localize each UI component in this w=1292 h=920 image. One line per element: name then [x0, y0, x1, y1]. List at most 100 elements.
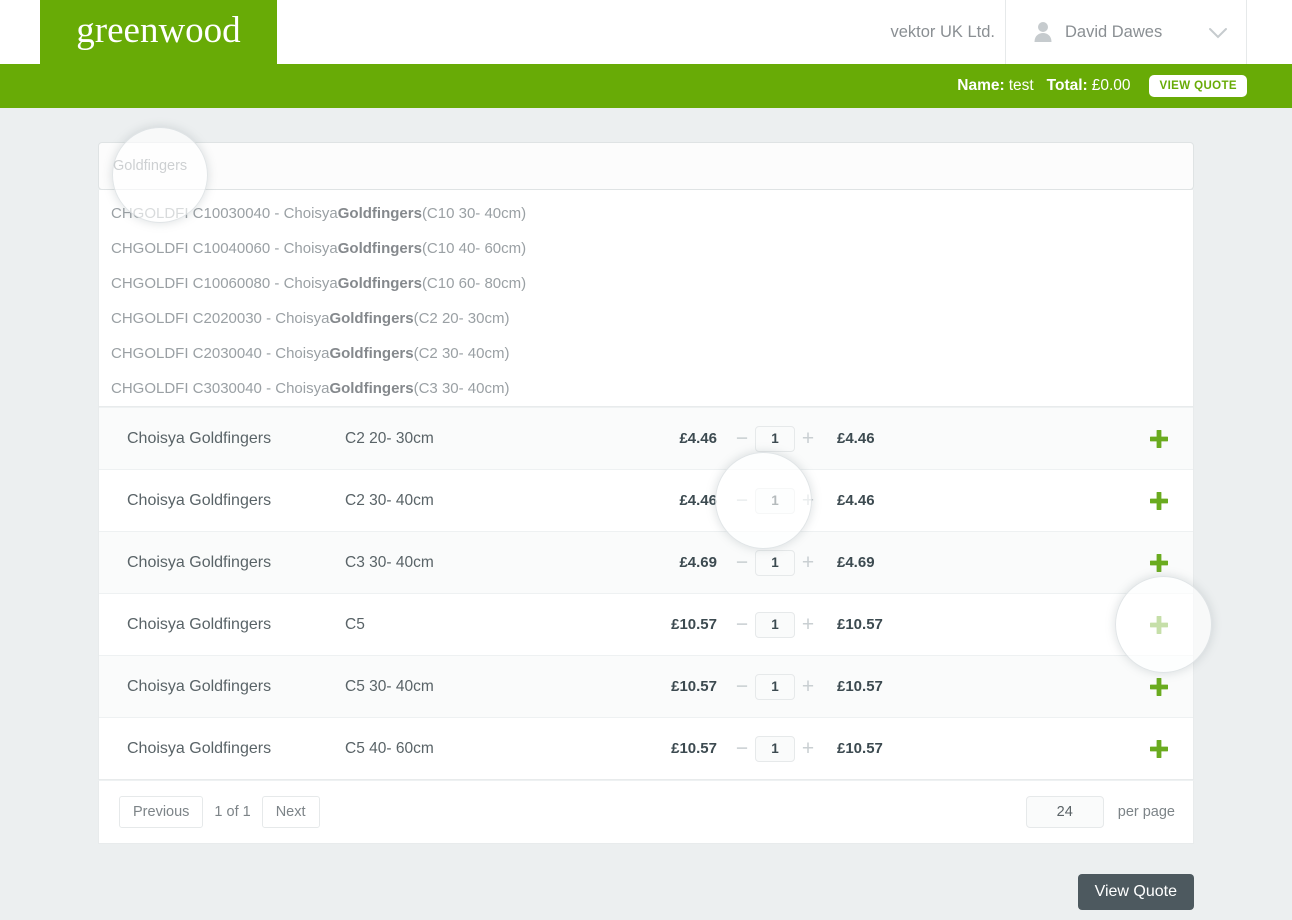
product-size: C2 30- 40cm	[345, 491, 434, 509]
option-code: CHGOLDFI C3030040 - Choisya	[111, 380, 330, 397]
option-match: Goldfingers	[337, 275, 422, 292]
option-code: CHGOLDFI C10060080 - Choisya	[111, 275, 338, 292]
quantity-input[interactable]	[755, 611, 795, 638]
quantity-input[interactable]	[755, 673, 795, 700]
option-code: CHGOLDFI C10030040 - Choisya	[111, 205, 338, 222]
unit-price: £4.69	[679, 554, 717, 571]
per-page-label: per page	[1117, 804, 1175, 820]
quantity-stepper[interactable]: −+	[735, 425, 815, 452]
user-name-label: David Dawes	[1065, 22, 1163, 41]
product-size: C5	[345, 615, 365, 633]
autocomplete-option[interactable]: CHGOLDFI C2020030 - Choisya Goldfingers …	[99, 301, 1193, 336]
add-to-quote-button[interactable]	[1147, 427, 1171, 451]
table-row: Choisya GoldfingersC5 30- 40cm£10.57−+£1…	[99, 655, 1193, 717]
option-match: Goldfingers	[329, 310, 414, 327]
search-bar[interactable]	[98, 142, 1194, 190]
unit-price: £10.57	[671, 678, 717, 695]
product-name: Choisya Goldfingers	[127, 553, 272, 571]
unit-price: £4.46	[679, 430, 717, 447]
autocomplete-option[interactable]: CHGOLDFI C2030040 - Choisya Goldfingers …	[99, 336, 1193, 371]
add-to-quote-button[interactable]	[1147, 737, 1171, 761]
table-row: Choisya GoldfingersC5£10.57−+£10.57	[99, 593, 1193, 655]
option-match: Goldfingers	[329, 380, 414, 397]
brand-logo-text: greenwood	[76, 9, 241, 51]
quote-summary-bar: Name: test Total: £0.00 VIEW QUOTE	[0, 64, 1292, 108]
add-to-quote-button[interactable]	[1147, 675, 1171, 699]
increment-button[interactable]: +	[801, 676, 815, 697]
unit-price: £10.57	[671, 740, 717, 757]
company-name-text: vektor UK Ltd.	[890, 22, 995, 41]
increment-button[interactable]: +	[801, 428, 815, 449]
page-info-label: 1 of 1	[214, 804, 251, 820]
quote-total-value: £0.00	[1091, 77, 1131, 94]
quantity-stepper[interactable]: −+	[735, 611, 815, 638]
table-row: Choisya GoldfingersC2 20- 30cm£4.46−+£4.…	[99, 407, 1193, 469]
product-size: C3 30- 40cm	[345, 553, 434, 571]
top-header: greenwood vektor UK Ltd. David Dawes	[0, 0, 1292, 64]
quantity-stepper[interactable]: −+	[735, 735, 815, 762]
product-name: Choisya Goldfingers	[127, 677, 272, 695]
line-total: £10.57	[837, 616, 883, 633]
add-to-quote-button[interactable]	[1147, 551, 1171, 575]
view-quote-button[interactable]: View Quote	[1077, 874, 1194, 910]
quote-total-label: Total:	[1046, 77, 1088, 94]
option-match: Goldfingers	[337, 205, 422, 222]
line-total: £4.46	[837, 430, 875, 447]
decrement-button[interactable]: −	[735, 490, 749, 511]
quantity-stepper[interactable]: −+	[735, 487, 815, 514]
autocomplete-dropdown: CHGOLDFI C10030040 - Choisya Goldfingers…	[98, 190, 1194, 407]
autocomplete-option[interactable]: CHGOLDFI C10030040 - Choisya Goldfingers…	[99, 196, 1193, 231]
brand-logo[interactable]: greenwood	[40, 0, 277, 64]
quantity-input[interactable]	[755, 425, 795, 452]
option-size: (C2 30- 40cm)	[413, 345, 510, 362]
user-avatar-icon	[1033, 21, 1053, 43]
table-row: Choisya GoldfingersC3 30- 40cm£4.69−+£4.…	[99, 531, 1193, 593]
company-name: vektor UK Ltd.	[890, 0, 995, 64]
increment-button[interactable]: +	[801, 614, 815, 635]
option-size: (C10 40- 60cm)	[421, 240, 527, 257]
option-size: (C3 30- 40cm)	[413, 380, 510, 397]
autocomplete-option[interactable]: CHGOLDFI C3030040 - Choisya Goldfingers …	[99, 371, 1193, 406]
decrement-button[interactable]: −	[735, 676, 749, 697]
product-search-input[interactable]	[113, 158, 1193, 174]
add-to-quote-button[interactable]	[1147, 613, 1171, 637]
increment-button[interactable]: +	[801, 490, 815, 511]
per-page-input[interactable]	[1025, 796, 1104, 828]
decrement-button[interactable]: −	[735, 428, 749, 449]
chevron-down-icon[interactable]	[1208, 26, 1228, 39]
product-name: Choisya Goldfingers	[127, 739, 272, 757]
unit-price: £4.46	[679, 492, 717, 509]
decrement-button[interactable]: −	[735, 614, 749, 635]
quantity-input[interactable]	[755, 487, 795, 514]
autocomplete-option[interactable]: CHGOLDFI C10040060 - Choisya Goldfingers…	[99, 231, 1193, 266]
quantity-stepper[interactable]: −+	[735, 673, 815, 700]
product-name: Choisya Goldfingers	[127, 491, 272, 509]
table-row: Choisya GoldfingersC5 40- 60cm£10.57−+£1…	[99, 717, 1193, 779]
user-menu[interactable]: David Dawes	[1005, 0, 1247, 64]
app-page: greenwood vektor UK Ltd. David Dawes Nam…	[0, 0, 1292, 920]
quantity-stepper[interactable]: −+	[735, 549, 815, 576]
option-size: (C2 20- 30cm)	[413, 310, 510, 327]
quantity-input[interactable]	[755, 549, 795, 576]
product-size: C2 20- 30cm	[345, 429, 434, 447]
line-total: £10.57	[837, 678, 883, 695]
product-name: Choisya Goldfingers	[127, 429, 272, 447]
increment-button[interactable]: +	[801, 738, 815, 759]
decrement-button[interactable]: −	[735, 738, 749, 759]
line-total: £4.46	[837, 492, 875, 509]
previous-page-button[interactable]: Previous	[119, 796, 204, 828]
autocomplete-option[interactable]: CHGOLDFI C10060080 - Choisya Goldfingers…	[99, 266, 1193, 301]
option-code: CHGOLDFI C2020030 - Choisya	[111, 310, 330, 327]
quantity-input[interactable]	[755, 735, 795, 762]
option-size: (C10 60- 80cm)	[421, 275, 527, 292]
line-total: £4.69	[837, 554, 875, 571]
option-match: Goldfingers	[329, 345, 414, 362]
increment-button[interactable]: +	[801, 552, 815, 573]
add-to-quote-button[interactable]	[1147, 489, 1171, 513]
decrement-button[interactable]: −	[735, 552, 749, 573]
line-total: £10.57	[837, 740, 883, 757]
pagination-bar: Previous 1 of 1 Next per page	[98, 780, 1194, 844]
product-size: C5 40- 60cm	[345, 739, 434, 757]
view-quote-pill-button[interactable]: VIEW QUOTE	[1148, 75, 1247, 97]
next-page-button[interactable]: Next	[261, 796, 320, 828]
